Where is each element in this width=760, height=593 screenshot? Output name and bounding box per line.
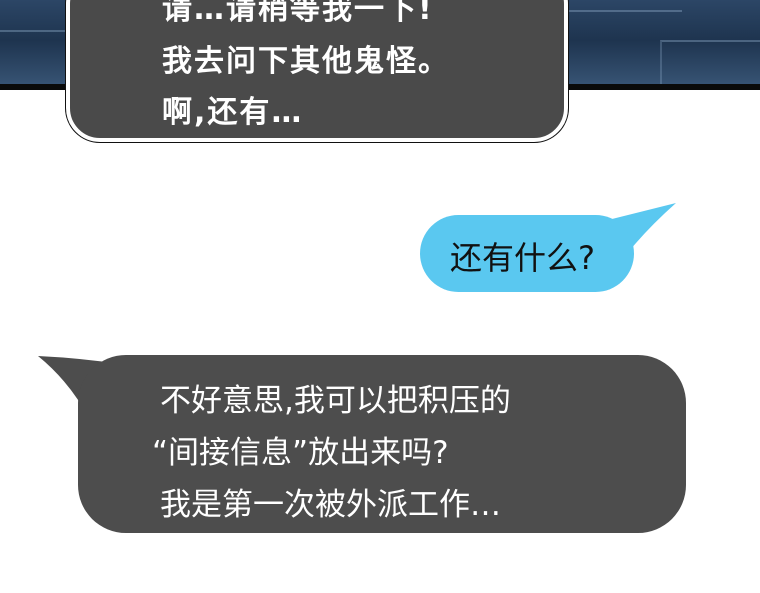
- bubble-line-1: 请…请稍等我一下!: [162, 0, 434, 27]
- bubble-line-2: 我去问下其他鬼怪。: [162, 44, 450, 79]
- bubble-line-3: 啊,还有…: [162, 95, 304, 130]
- chat-bubble-gray: 不好意思,我可以把积压的 “间接信息”放出来吗? 我是第一次被外派工作…: [78, 355, 686, 533]
- chat-bubble-text: 还有什么?: [450, 239, 595, 277]
- chat-bubble-blue: 还有什么?: [420, 215, 634, 292]
- chat-line-2: “间接信息”放出来吗?: [152, 435, 449, 471]
- floor-tile: [660, 40, 760, 90]
- chat-line-3: 我是第一次被外派工作…: [160, 487, 501, 523]
- chat-line-1: 不好意思,我可以把积压的: [160, 383, 511, 419]
- speech-bubble-top: 请…请稍等我一下! 我去问下其他鬼怪。 啊,还有…: [66, 0, 568, 142]
